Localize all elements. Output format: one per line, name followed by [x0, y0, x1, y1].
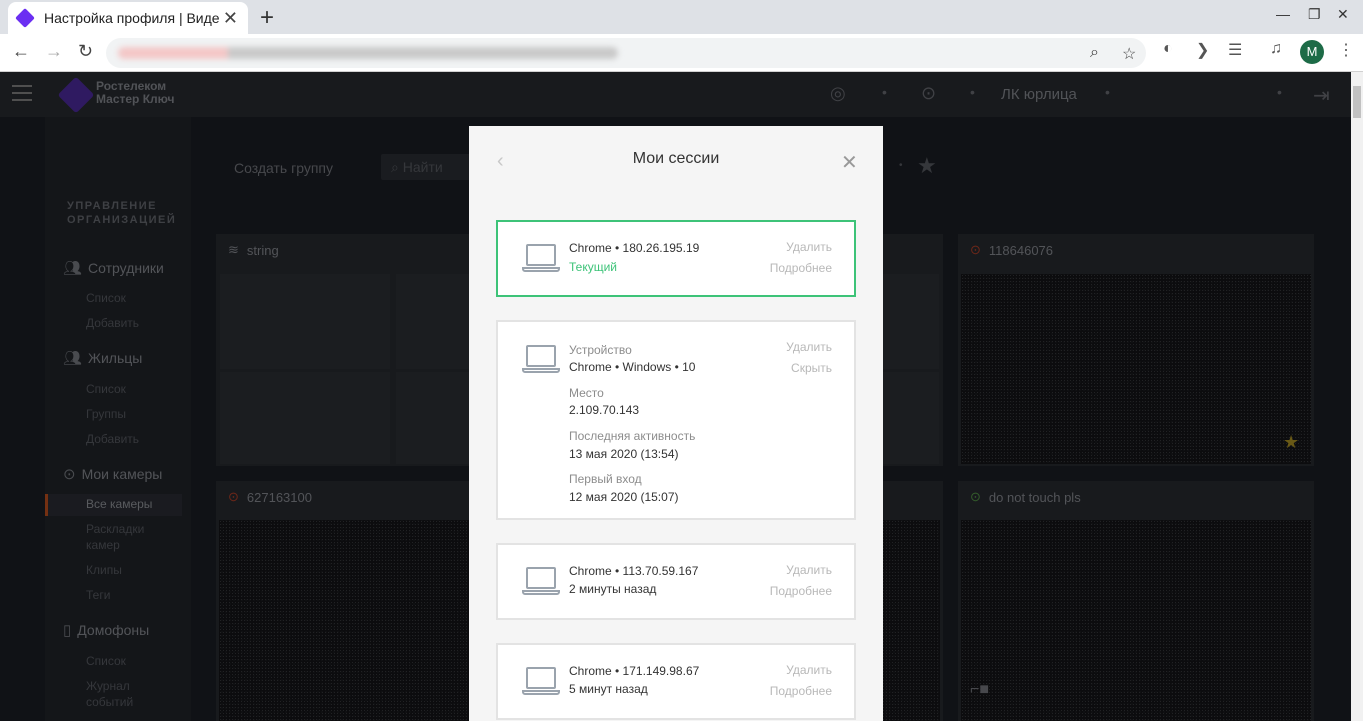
- delete-session-link[interactable]: Удалить: [786, 340, 832, 354]
- back-icon[interactable]: ←: [12, 41, 30, 62]
- first-login-value: 12 мая 2020 (15:07): [569, 490, 679, 504]
- delete-session-link[interactable]: Удалить: [786, 240, 832, 254]
- zoom-icon[interactable]: ⌕: [1090, 44, 1099, 62]
- browser-tab[interactable]: Настройка профиля | Видеонаблюдение ✕: [8, 2, 248, 34]
- session-card: Chrome • 171.149.98.67 5 минут назад Уда…: [496, 643, 856, 720]
- delete-session-link[interactable]: Удалить: [786, 563, 832, 577]
- details-session-link[interactable]: Подробнее: [770, 261, 832, 275]
- browser-tab-bar: Настройка профиля | Видеонаблюдение ✕ + …: [0, 0, 1363, 34]
- details-session-link[interactable]: Подробнее: [770, 684, 832, 698]
- forward-icon[interactable]: →: [45, 41, 63, 62]
- hide-details-link[interactable]: Скрыть: [791, 361, 832, 375]
- close-icon[interactable]: ✕: [841, 150, 858, 175]
- last-activity-label: Последняя активность: [569, 429, 696, 443]
- session-card-expanded: Устройство Chrome • Windows • 10 Место 2…: [496, 320, 856, 520]
- scrollbar-thumb[interactable]: [1353, 86, 1361, 118]
- address-field[interactable]: ⌕ ☆: [106, 38, 1146, 68]
- tab-close-icon[interactable]: ✕: [223, 8, 238, 29]
- delete-session-link[interactable]: Удалить: [786, 663, 832, 677]
- new-tab-button[interactable]: +: [260, 4, 274, 32]
- last-activity-value: 13 мая 2020 (13:54): [569, 447, 679, 461]
- device-value: Chrome • Windows • 10: [569, 360, 696, 374]
- session-browser-ip: Chrome • 113.70.59.167: [569, 564, 699, 578]
- session-status: Текущий: [569, 260, 617, 274]
- session-card: Chrome • 113.70.59.167 2 минуты назад Уд…: [496, 543, 856, 620]
- session-browser-ip: Chrome • 171.149.98.67: [569, 664, 700, 678]
- site-favicon-icon: [15, 8, 35, 28]
- laptop-icon: [522, 567, 560, 597]
- sessions-modal: ‹ Мои сессии ✕ Chrome • 180.26.195.19 Те…: [469, 126, 883, 721]
- blurred-url: [118, 47, 618, 59]
- restore-icon[interactable]: ❐: [1308, 6, 1321, 23]
- browser-menu-icon[interactable]: ⋮: [1338, 40, 1354, 60]
- modal-title: Мои сессии: [632, 150, 720, 167]
- page-scrollbar[interactable]: [1351, 72, 1363, 721]
- session-last-seen: 2 минуты назад: [569, 582, 657, 596]
- place-label: Место: [569, 386, 604, 400]
- session-last-seen: 5 минут назад: [569, 682, 648, 696]
- profile-avatar[interactable]: M: [1300, 40, 1324, 64]
- browser-toolbar: ← → ↻ ⌕ ☆ ◐ ❯ ☰ ♫ M ⋮: [0, 34, 1363, 72]
- tab-title: Настройка профиля | Видеонаблюдение: [44, 10, 220, 26]
- laptop-icon: [522, 244, 560, 274]
- reload-icon[interactable]: ↻: [78, 41, 93, 62]
- extension-arrow-icon[interactable]: ❯: [1196, 40, 1209, 60]
- window-close-icon[interactable]: ✕: [1337, 6, 1349, 23]
- media-control-icon[interactable]: ♫: [1270, 40, 1282, 58]
- session-browser-ip: Chrome • 180.26.195.19: [569, 241, 700, 255]
- session-card-current: Chrome • 180.26.195.19 Текущий Удалить П…: [496, 220, 856, 297]
- device-label: Устройство: [569, 343, 632, 357]
- laptop-icon: [522, 345, 560, 375]
- bookmark-star-icon[interactable]: ☆: [1122, 44, 1136, 64]
- laptop-icon: [522, 667, 560, 697]
- place-value: 2.109.70.143: [569, 403, 640, 417]
- first-login-label: Первый вход: [569, 472, 642, 486]
- extension-icon[interactable]: ◐: [1163, 40, 1173, 58]
- details-session-link[interactable]: Подробнее: [770, 584, 832, 598]
- reading-list-icon[interactable]: ☰: [1228, 40, 1242, 60]
- minimize-icon[interactable]: —: [1276, 6, 1290, 22]
